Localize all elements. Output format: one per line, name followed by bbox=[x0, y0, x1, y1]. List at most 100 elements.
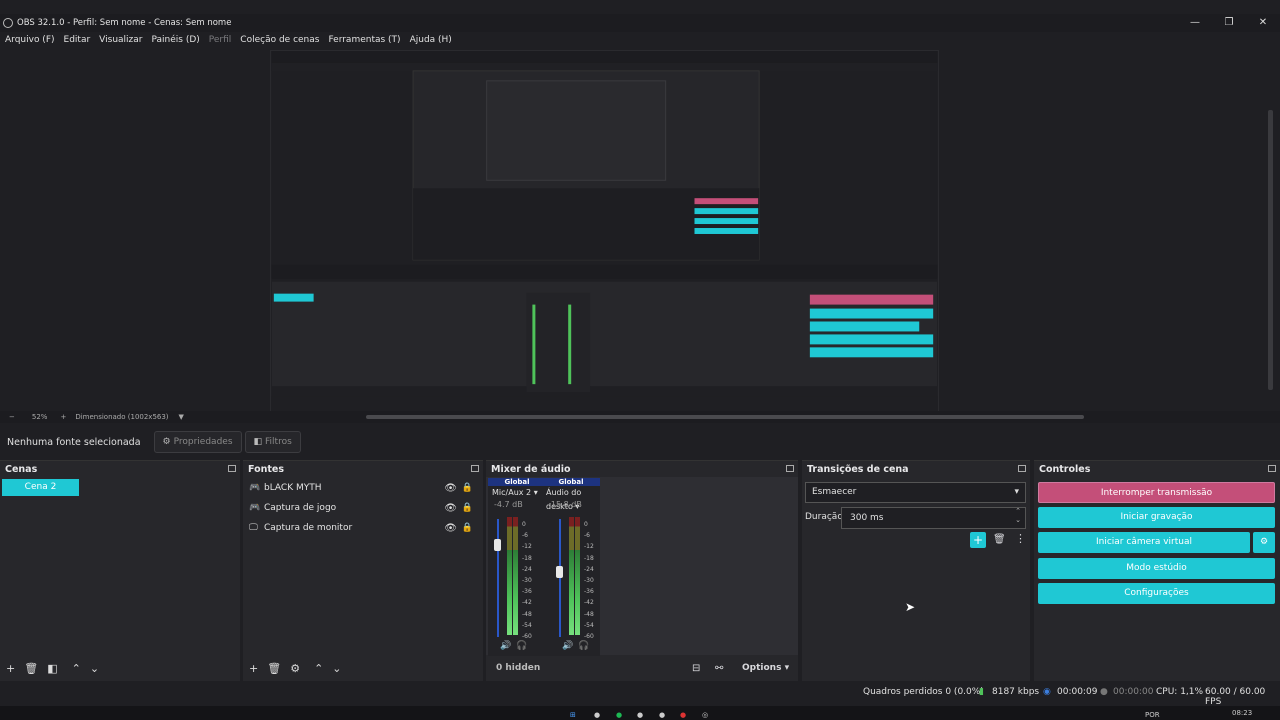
eye-icon[interactable]: 👁 bbox=[444, 503, 457, 514]
trash-icon[interactable]: 🗑 bbox=[267, 662, 281, 675]
menu-visualizar[interactable]: Visualizar bbox=[99, 35, 142, 45]
menu-ferramentas[interactable]: Ferramentas (T) bbox=[328, 35, 400, 45]
add-icon[interactable]: + bbox=[249, 662, 258, 675]
eye-icon[interactable]: 👁 bbox=[444, 483, 457, 494]
mixer-footer: 0 hidden ⊟ ⚯ Options ▾ bbox=[486, 660, 798, 676]
menu-paineis[interactable]: Painéis (D) bbox=[151, 35, 199, 45]
menu-arquivo[interactable]: Arquivo (F) bbox=[5, 35, 55, 45]
preview-horizontal-scrollbar[interactable] bbox=[366, 415, 1084, 419]
meter-tick-label: -48 bbox=[584, 610, 594, 618]
fader-handle[interactable] bbox=[556, 566, 563, 578]
eye-icon[interactable]: 👁 bbox=[444, 523, 457, 534]
preview-thumbnail bbox=[271, 51, 938, 411]
maximize-icon[interactable]: ❐ bbox=[1212, 14, 1246, 32]
lock-icon[interactable]: 🔒 bbox=[462, 483, 473, 493]
cpu-usage: CPU: 1,1% bbox=[1156, 687, 1204, 697]
sources-footer: + 🗑 ⚙ ⌃ ⌄ bbox=[243, 661, 483, 675]
lock-icon[interactable]: 🔒 bbox=[462, 523, 473, 533]
properties-button[interactable]: ⚙ Propriedades bbox=[153, 431, 242, 453]
channel-db: -4.7 dB bbox=[494, 500, 523, 509]
headphones-icon[interactable]: 🎧 bbox=[578, 641, 589, 651]
filters-button[interactable]: ◧ Filtros bbox=[244, 431, 301, 453]
program-preview[interactable] bbox=[270, 50, 939, 412]
filter-icon: ◧ bbox=[253, 437, 263, 447]
channel-name[interactable]: Mic/Aux 2 ▾ bbox=[488, 486, 546, 500]
undock-icon[interactable] bbox=[1268, 465, 1276, 472]
start-record-button[interactable]: Iniciar gravação bbox=[1038, 507, 1275, 528]
meter-tick-label: -36 bbox=[584, 588, 594, 596]
meter-tick-label: -12 bbox=[584, 543, 594, 551]
trash-icon[interactable]: 🗑 bbox=[24, 662, 38, 675]
settings-button[interactable]: Configurações bbox=[1038, 583, 1275, 604]
close-icon[interactable]: ✕ bbox=[1246, 14, 1280, 32]
taskbar-app-icon[interactable]: ● bbox=[659, 711, 665, 719]
options-label: Options bbox=[742, 663, 782, 673]
obs-taskbar-icon[interactable]: ◎ bbox=[702, 711, 708, 719]
menu-editar[interactable]: Editar bbox=[64, 35, 91, 45]
arrow-up-icon[interactable]: ⌃ bbox=[314, 662, 323, 675]
zoom-in-button[interactable]: + bbox=[60, 413, 66, 421]
meter-tick-label: -6 bbox=[522, 532, 528, 540]
arrow-down-icon[interactable]: ⌄ bbox=[90, 662, 99, 675]
undock-icon[interactable] bbox=[1018, 465, 1026, 472]
headphones-icon[interactable]: 🎧 bbox=[516, 641, 527, 651]
more-vertical-icon[interactable]: ⋮ bbox=[1015, 532, 1026, 545]
zoom-out-button[interactable]: − bbox=[9, 413, 15, 421]
menu-colecao-cenas[interactable]: Coleção de cenas bbox=[240, 35, 319, 45]
meter-tick-label: -54 bbox=[584, 621, 594, 629]
source-item[interactable]: 🖵 Captura de monitor 👁 🔒 bbox=[243, 518, 483, 538]
menu-perfil[interactable]: Perfil bbox=[209, 35, 232, 45]
volume-fader[interactable] bbox=[559, 519, 561, 637]
monitor-icon: 🖵 bbox=[249, 523, 258, 533]
sources-title-text: Fontes bbox=[248, 464, 285, 475]
layout-icon[interactable]: ⊟ bbox=[692, 663, 700, 674]
taskbar-app-icon[interactable]: ● bbox=[680, 711, 686, 719]
filter-icon[interactable]: ◧ bbox=[47, 662, 57, 675]
scene-item[interactable]: Cena 2 bbox=[2, 479, 79, 496]
hidden-count: 0 hidden bbox=[496, 663, 541, 673]
undock-icon[interactable] bbox=[471, 465, 479, 472]
windows-start-icon[interactable]: ⊞ bbox=[570, 711, 576, 719]
stream-time: 00:00:09 bbox=[1057, 687, 1098, 697]
global-badge: Global bbox=[542, 478, 600, 486]
source-item[interactable]: 🎮 Captura de jogo 👁 🔒 bbox=[243, 498, 483, 518]
controls-title: Controles bbox=[1034, 461, 1280, 478]
taskbar-app-icon[interactable]: ● bbox=[637, 711, 643, 719]
arrow-up-icon[interactable]: ⌃ bbox=[72, 662, 81, 675]
level-meter bbox=[575, 517, 580, 635]
trash-icon[interactable]: 🗑 bbox=[993, 534, 1006, 545]
add-transition-button[interactable]: + bbox=[970, 532, 986, 548]
options-button[interactable]: Options ▾ bbox=[742, 663, 789, 673]
menu-ajuda[interactable]: Ajuda (H) bbox=[410, 35, 452, 45]
scenes-footer: + 🗑 ◧ ⌃ ⌄ bbox=[0, 661, 240, 675]
speaker-icon[interactable]: 🔊 bbox=[500, 641, 511, 651]
meter-tick-label: -6 bbox=[584, 532, 590, 540]
preview-vertical-scrollbar[interactable] bbox=[1268, 110, 1273, 390]
lock-icon[interactable]: 🔒 bbox=[462, 503, 473, 513]
virtual-camera-settings-button[interactable]: ⚙ bbox=[1253, 532, 1275, 553]
source-item[interactable]: 🎮 bLACK MYTH 👁 🔒 bbox=[243, 478, 483, 498]
stop-stream-button[interactable]: Interromper transmissão bbox=[1038, 482, 1275, 503]
gear-icon[interactable]: ⚙ bbox=[290, 662, 300, 675]
add-icon[interactable]: + bbox=[6, 662, 15, 675]
fader-handle[interactable] bbox=[494, 539, 501, 551]
duration-input[interactable]: 300 ms bbox=[841, 507, 1026, 529]
volume-fader[interactable] bbox=[497, 519, 499, 637]
start-virtual-camera-button[interactable]: Iniciar câmera virtual bbox=[1038, 532, 1250, 553]
studio-mode-button[interactable]: Modo estúdio bbox=[1038, 558, 1275, 579]
taskbar-app-icon[interactable]: ● bbox=[616, 711, 622, 719]
level-meter bbox=[513, 517, 518, 635]
dropped-frames: Quadros perdidos 0 (0.0%) bbox=[863, 687, 984, 697]
taskbar-app-icon[interactable]: ● bbox=[594, 711, 600, 719]
scenes-title: Cenas bbox=[0, 461, 240, 478]
meter-tick-label: -12 bbox=[522, 543, 532, 551]
arrow-down-icon[interactable]: ⌄ bbox=[332, 662, 341, 675]
link-icon[interactable]: ⚯ bbox=[715, 663, 723, 674]
undock-icon[interactable] bbox=[786, 465, 794, 472]
undock-icon[interactable] bbox=[228, 465, 236, 472]
speaker-icon[interactable]: 🔊 bbox=[562, 641, 573, 651]
chevron-down-icon[interactable]: ▼ bbox=[179, 413, 184, 421]
transition-select[interactable]: Esmaecer bbox=[805, 482, 1026, 503]
minimize-icon[interactable]: — bbox=[1178, 14, 1212, 32]
channel-name[interactable]: Áudio do deskto ▾ bbox=[542, 486, 600, 511]
